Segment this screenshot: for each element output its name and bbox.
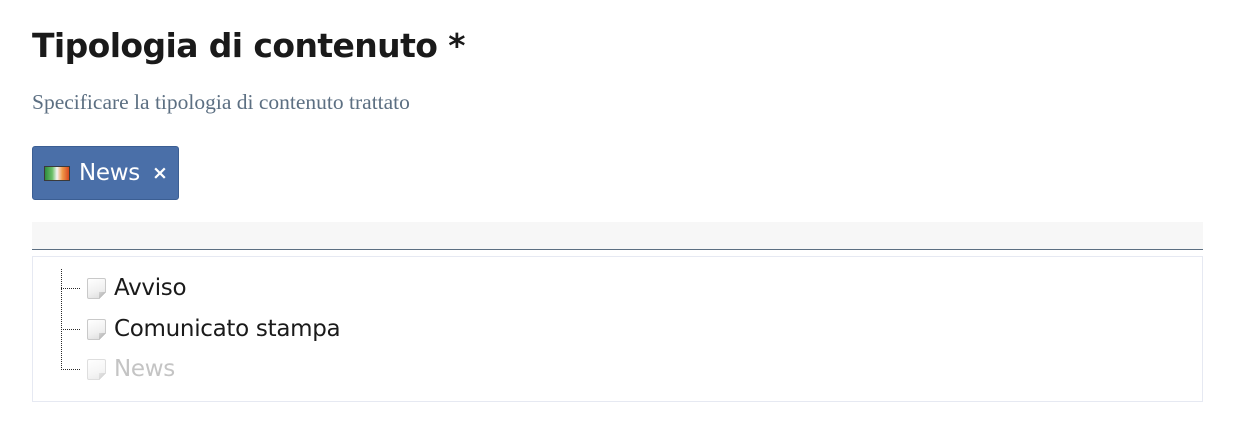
remove-chip-icon[interactable]: × — [152, 163, 168, 183]
document-icon — [87, 318, 106, 340]
flag-icon — [44, 165, 70, 181]
field-help-text: Specificare la tipologia di contenuto tr… — [32, 90, 410, 114]
tree-branch-line — [61, 368, 80, 370]
tree-search-input[interactable] — [32, 222, 1203, 250]
tree-item-label: News — [114, 356, 175, 382]
selected-chip-label: News — [79, 160, 140, 186]
selected-chip-news[interactable]: News × — [32, 146, 179, 200]
content-type-tree: Avviso Comunicato stampa News — [32, 256, 1203, 402]
tree-item-comunicato-stampa[interactable]: Comunicato stampa — [61, 313, 341, 345]
tree-item-news: News — [61, 353, 175, 385]
tree-item-avviso[interactable]: Avviso — [61, 272, 187, 304]
document-icon — [87, 277, 106, 299]
field-title: Tipologia di contenuto * — [32, 26, 465, 65]
document-icon — [87, 358, 106, 380]
tree-branch-line — [61, 287, 80, 289]
tree-branch-line — [61, 328, 80, 330]
tree-item-label: Comunicato stampa — [114, 316, 341, 342]
tree-item-label: Avviso — [114, 275, 187, 301]
